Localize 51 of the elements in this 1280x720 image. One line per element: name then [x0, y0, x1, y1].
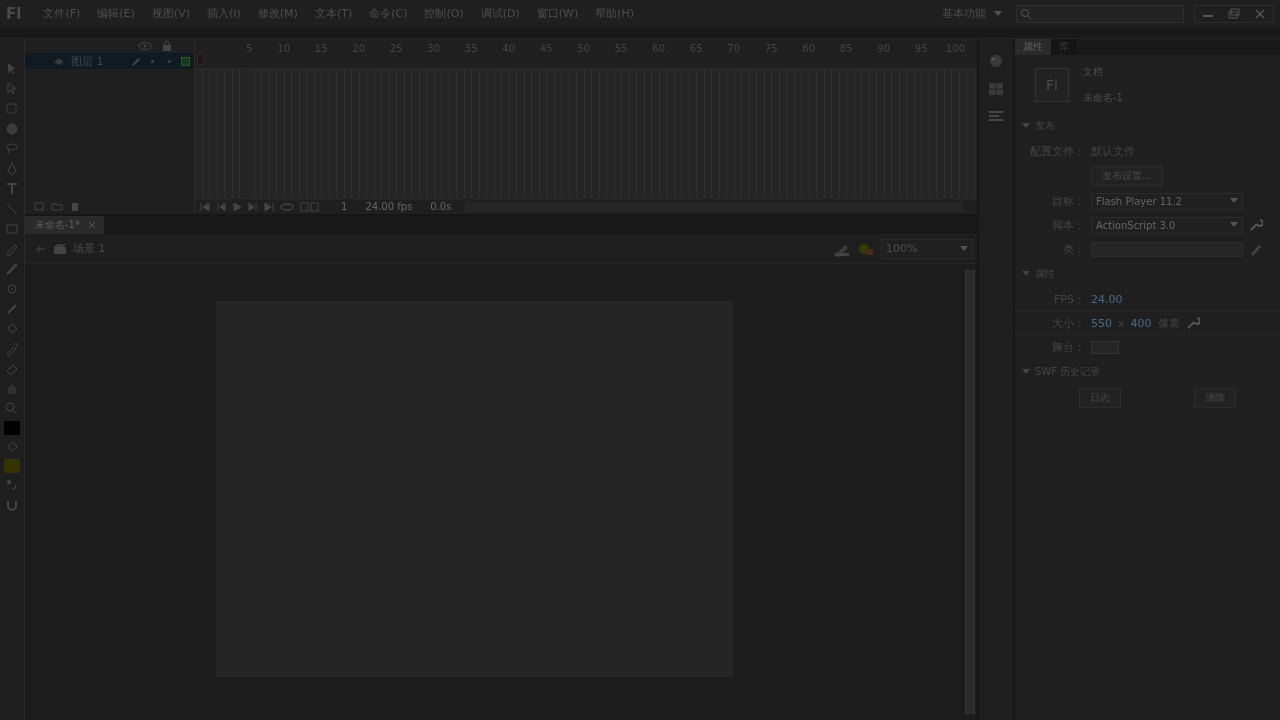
caret-icon [1230, 198, 1238, 204]
zoom-icon[interactable] [4, 401, 20, 417]
pencil-icon[interactable] [1249, 242, 1263, 256]
caret-icon [1230, 222, 1238, 228]
eye-icon [138, 41, 152, 51]
play-icon[interactable] [231, 200, 243, 213]
fps-value[interactable]: 24.00 [1091, 292, 1123, 306]
width-value[interactable]: 550 [1091, 316, 1112, 330]
height-value[interactable]: 400 [1130, 316, 1152, 330]
current-frame: 1 [341, 201, 348, 212]
close-icon[interactable] [88, 221, 96, 229]
search-icon [1020, 7, 1032, 20]
wrench-icon[interactable] [1185, 316, 1200, 330]
pencil-icon [131, 56, 141, 66]
sphere-icon[interactable] [4, 121, 20, 137]
back-arrow-icon[interactable] [35, 243, 47, 254]
prev-frame-icon[interactable] [215, 200, 227, 213]
elapsed-time: 0.0s [430, 201, 452, 212]
layer-icon [53, 56, 65, 66]
lock-icon [162, 40, 172, 52]
scene-clapper-icon [53, 242, 67, 255]
fill-color-swatch[interactable] [4, 459, 20, 473]
rectangle-icon[interactable] [4, 221, 20, 237]
line-tool-icon[interactable] [4, 201, 20, 217]
collapse-caret-icon[interactable] [1021, 368, 1031, 376]
search-field[interactable] [1016, 4, 1184, 23]
outline-color-square [181, 56, 190, 66]
eyedropper-icon[interactable] [4, 341, 20, 357]
collapse-caret-icon[interactable] [1021, 122, 1031, 130]
caret-icon [960, 245, 968, 252]
caret-icon [994, 10, 1002, 17]
trash-icon[interactable] [69, 200, 81, 212]
wrench-icon[interactable] [1249, 218, 1263, 232]
lasso-icon[interactable] [4, 141, 20, 157]
first-frame-icon[interactable] [199, 200, 211, 213]
next-frame-icon[interactable] [247, 200, 259, 213]
target-dropdown[interactable]: Flash Player 11.2 [1091, 192, 1243, 210]
visibility-dot [151, 59, 154, 63]
collapse-caret-icon[interactable] [1021, 270, 1031, 278]
frame-rate: 24.00 fps [365, 201, 413, 212]
last-frame-icon[interactable] [263, 200, 275, 213]
new-folder-icon[interactable] [51, 200, 63, 212]
playhead[interactable] [197, 53, 204, 65]
lock-dot [168, 59, 171, 63]
new-layer-icon[interactable] [33, 200, 45, 212]
swatches-icon[interactable] [987, 81, 1005, 97]
text-tool-icon[interactable] [4, 181, 20, 197]
stroke-color-swatch[interactable] [4, 421, 20, 435]
loop-icon[interactable] [279, 200, 295, 213]
brush-icon[interactable] [4, 261, 20, 277]
script-dropdown[interactable]: ActionScript 3.0 [1091, 216, 1243, 234]
